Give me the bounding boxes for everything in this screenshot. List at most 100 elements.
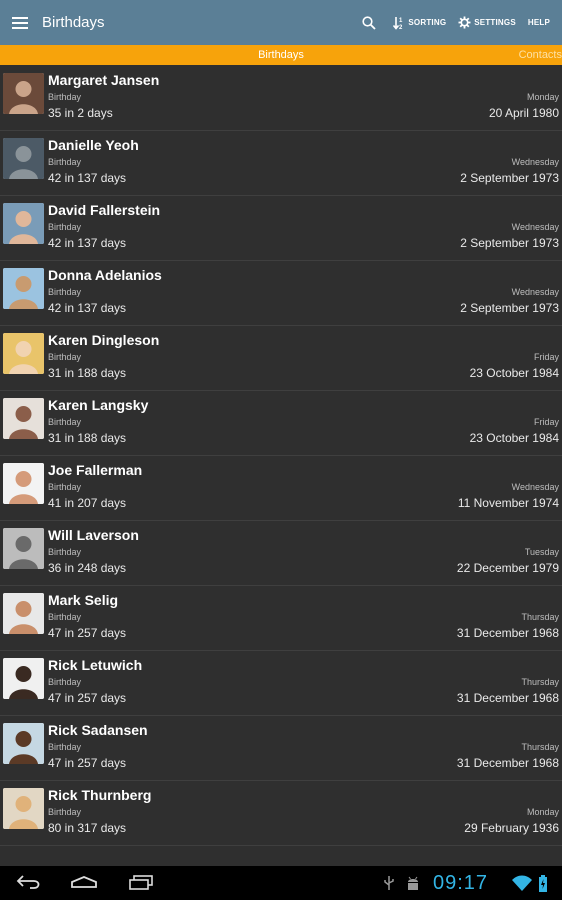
birthday-weekday: Friday: [533, 352, 559, 362]
age-countdown: 42 in 137 days: [48, 301, 127, 315]
list-item[interactable]: Karen Dingleson Birthday 31 in 188 days Fri…: [0, 326, 562, 391]
age-countdown: 31 in 188 days: [48, 366, 127, 380]
avatar: [3, 138, 44, 179]
search-icon: [362, 15, 377, 30]
age-countdown: 47 in 257 days: [48, 756, 127, 770]
age-countdown: 35 in 2 days: [48, 106, 113, 120]
avatar: [3, 463, 44, 504]
gear-icon: [458, 16, 471, 29]
settings-button[interactable]: SETTINGS: [458, 16, 516, 29]
menu-icon[interactable]: [12, 16, 28, 29]
birthday-weekday: Wednesday: [511, 482, 559, 492]
sorting-label: SORTING: [408, 18, 447, 27]
home-icon[interactable]: [70, 874, 98, 895]
svg-text:2: 2: [399, 25, 403, 30]
birth-date: 29 February 1936: [464, 821, 559, 835]
birthday-weekday: Wednesday: [511, 222, 559, 232]
avatar: [3, 723, 44, 764]
age-countdown: 47 in 257 days: [48, 691, 127, 705]
birth-date: 2 September 1973: [460, 171, 559, 185]
avatar: [3, 333, 44, 374]
tab-contacts[interactable]: Contacts: [519, 49, 562, 61]
birth-date: 23 October 1984: [469, 431, 559, 445]
birthday-weekday: Wednesday: [511, 157, 559, 167]
action-bar-actions: 1 2 SORTING SETTINGS HELP: [362, 0, 562, 45]
age-countdown: 80 in 317 days: [48, 821, 127, 835]
event-type: Birthday: [48, 742, 82, 752]
age-countdown: 42 in 137 days: [48, 236, 127, 250]
sorting-button[interactable]: 1 2 SORTING: [393, 16, 446, 30]
action-bar: Birthdays 1 2 SORTING SETTINGS HELP: [0, 0, 562, 45]
birth-date: 22 December 1979: [456, 561, 559, 575]
birthday-list: Margaret Jansen Birthday 35 in 2 days Monda…: [0, 66, 562, 846]
birth-date: 31 December 1968: [456, 691, 559, 705]
birthday-weekday: Friday: [533, 417, 559, 427]
event-type: Birthday: [48, 417, 82, 427]
sort-icon: 1 2: [393, 16, 405, 30]
age-countdown: 31 in 188 days: [48, 431, 127, 445]
age-countdown: 42 in 137 days: [48, 171, 127, 185]
contact-name: Rick Sadansen: [48, 722, 148, 738]
list-item[interactable]: Mark Selig Birthday 47 in 257 days Thursday…: [0, 586, 562, 651]
age-countdown: 36 in 248 days: [48, 561, 127, 575]
avatar: [3, 398, 44, 439]
age-countdown: 41 in 207 days: [48, 496, 127, 510]
event-type: Birthday: [48, 352, 82, 362]
birthday-weekday: Thursday: [521, 742, 559, 752]
birth-date: 11 November 1974: [457, 496, 559, 510]
list-item[interactable]: Will Laverson Birthday 36 in 248 days Tuesd…: [0, 521, 562, 586]
list-item[interactable]: Joe Fallerman Birthday 41 in 207 days Wedne…: [0, 456, 562, 521]
list-item[interactable]: Rick Letuwich Birthday 47 in 257 days Thurs…: [0, 651, 562, 716]
contact-name: David Fallerstein: [48, 202, 161, 218]
battery-icon: [538, 875, 548, 897]
usb-icon: [383, 875, 395, 896]
list-item[interactable]: Margaret Jansen Birthday 35 in 2 days Monda…: [0, 66, 562, 131]
app-root: Birthdays 1 2 SORTING SETTINGS HELP Birt…: [0, 0, 562, 900]
avatar: [3, 268, 44, 309]
birthday-weekday: Tuesday: [524, 547, 559, 557]
contact-name: Rick Thurnberg: [48, 787, 152, 803]
svg-text:1: 1: [399, 18, 403, 24]
contact-name: Joe Fallerman: [48, 462, 143, 478]
birth-date: 31 December 1968: [456, 626, 559, 640]
avatar: [3, 788, 44, 829]
help-button[interactable]: HELP: [528, 18, 550, 27]
birthday-weekday: Thursday: [521, 612, 559, 622]
avatar: [3, 593, 44, 634]
list-item[interactable]: Rick Thurnberg Birthday 80 in 317 days Mond…: [0, 781, 562, 846]
app-title: Birthdays: [42, 14, 105, 31]
wifi-icon: [512, 875, 532, 896]
birth-date: 2 September 1973: [460, 236, 559, 250]
contact-name: Mark Selig: [48, 592, 119, 608]
list-item[interactable]: David Fallerstein Birthday 42 in 137 days W…: [0, 196, 562, 261]
event-type: Birthday: [48, 612, 82, 622]
contact-name: Donna Adelanios: [48, 267, 162, 283]
birthday-weekday: Wednesday: [511, 287, 559, 297]
birth-date: 20 April 1980: [488, 106, 559, 120]
list-item[interactable]: Rick Sadansen Birthday 47 in 257 days Thurs…: [0, 716, 562, 781]
list-item[interactable]: Donna Adelanios Birthday 42 in 137 days Wed…: [0, 261, 562, 326]
birth-date: 31 December 1968: [456, 756, 559, 770]
event-type: Birthday: [48, 677, 82, 687]
birth-date: 23 October 1984: [469, 366, 559, 380]
event-type: Birthday: [48, 547, 82, 557]
contact-name: Margaret Jansen: [48, 72, 160, 88]
tab-strip: Birthdays Contacts: [0, 45, 562, 65]
avatar: [3, 658, 44, 699]
birthday-weekday: Monday: [526, 807, 559, 817]
list-item[interactable]: Danielle Yeoh Birthday 42 in 137 days Wedne…: [0, 131, 562, 196]
event-type: Birthday: [48, 287, 82, 297]
list-item[interactable]: Karen Langsky Birthday 31 in 188 days Frida…: [0, 391, 562, 456]
tab-birthdays[interactable]: Birthdays: [0, 49, 562, 61]
avatar: [3, 203, 44, 244]
search-button[interactable]: [362, 15, 379, 30]
age-countdown: 47 in 257 days: [48, 626, 127, 640]
recents-icon[interactable]: [128, 874, 154, 895]
help-label: HELP: [527, 18, 550, 27]
contact-name: Karen Langsky: [48, 397, 149, 413]
back-icon[interactable]: [16, 874, 42, 895]
contact-name: Rick Letuwich: [48, 657, 143, 673]
contact-name: Danielle Yeoh: [48, 137, 139, 153]
birth-date: 2 September 1973: [460, 301, 559, 315]
event-type: Birthday: [48, 482, 82, 492]
